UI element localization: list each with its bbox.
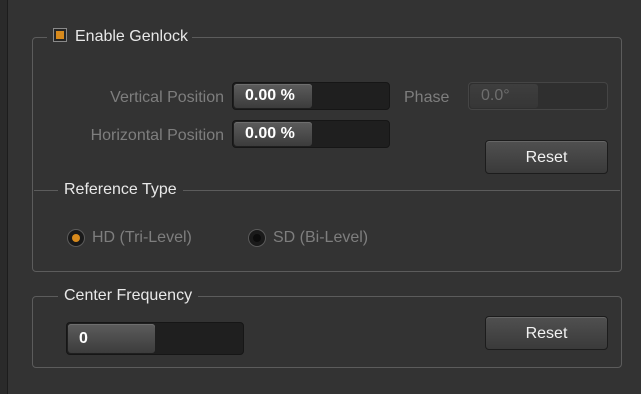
phase-label: Phase [404,89,450,106]
reference-type-label: Reference Type [58,180,183,200]
center-frequency-value: 0 [79,330,88,347]
phase-value: 0.0° [481,87,510,104]
hd-tri-level-label[interactable]: HD (Tri-Level) [92,228,192,248]
genlock-legend[interactable]: Enable Genlock [47,27,192,47]
radio-unselected-dot [253,234,261,242]
radio-selected-dot [72,234,80,242]
center-frequency-label: Center Frequency [58,286,199,306]
vertical-position-value: 0.00 % [245,87,295,104]
enable-genlock-checkbox[interactable] [53,28,67,42]
checkbox-checked-indicator [56,31,64,39]
sd-bi-level-label[interactable]: SD (Bi-Level) [273,228,368,248]
horizontal-position-slider[interactable]: 0.00 % [232,120,390,148]
center-frequency-reset-button[interactable]: Reset [485,316,608,350]
phase-slider[interactable]: 0.0° [468,82,608,110]
vertical-position-label: Vertical Position [110,89,224,106]
horizontal-position-value: 0.00 % [245,125,295,142]
left-panel-edge [0,0,8,394]
horizontal-position-label: Horizontal Position [90,127,224,144]
vertical-position-slider[interactable]: 0.00 % [232,82,390,110]
genlock-reset-button[interactable]: Reset [485,140,608,174]
center-frequency-slider[interactable]: 0 [66,322,244,355]
sd-bi-level-radio[interactable] [248,229,266,247]
enable-genlock-label: Enable Genlock [75,28,188,45]
hd-tri-level-radio[interactable] [67,229,85,247]
